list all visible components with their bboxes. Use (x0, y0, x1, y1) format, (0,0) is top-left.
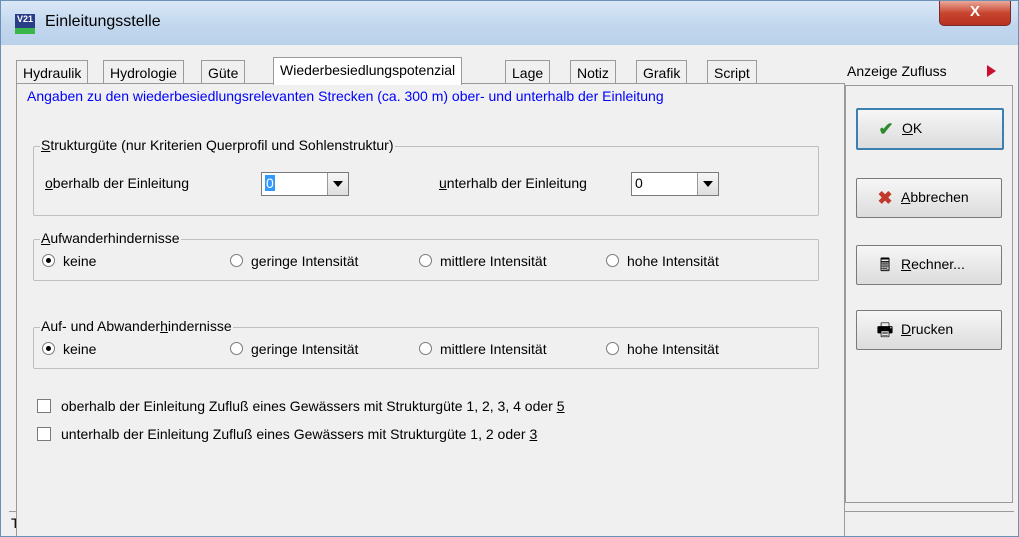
aufwander-radio-hoch[interactable]: hohe Intensität (606, 253, 719, 269)
radio-icon (606, 342, 619, 355)
window-title: Einleitungsstelle (45, 13, 161, 30)
rechner-button-label: Rechner... (901, 256, 965, 272)
radio-selected-icon (42, 254, 55, 267)
radio-icon (419, 254, 432, 267)
radio-icon (606, 254, 619, 267)
ok-button[interactable]: ✔ OK (856, 108, 1004, 150)
unterhalb-label: unterhalb der Einleitung (439, 175, 587, 191)
drucken-button-label: Drucken (901, 321, 954, 337)
aufwander-radio-keine[interactable]: keine (42, 253, 96, 269)
radio-icon (419, 342, 432, 355)
aufab-radio-gering[interactable]: geringe Intensität (230, 341, 358, 357)
tab-page-wiederbesiedlung: Angaben zu den wiederbesiedlungsrelevant… (16, 83, 845, 536)
unterhalb-select[interactable]: 0 (631, 172, 719, 196)
cross-icon: ✖ (877, 188, 893, 208)
tab-guete[interactable]: Güte (201, 60, 246, 85)
aufab-radio-hoch[interactable]: hohe Intensität (606, 341, 719, 357)
aufab-radio-mittel[interactable]: mittlere Intensität (419, 341, 547, 357)
close-button[interactable]: X (939, 1, 1011, 26)
checkbox-icon (37, 427, 51, 441)
aufab-radio-keine[interactable]: keine (42, 341, 96, 357)
tab-grafik[interactable]: Grafik (636, 60, 688, 85)
title-bar: V21 Einleitungsstelle X (1, 1, 1018, 45)
drucken-button[interactable]: 🖶 Drucken (856, 310, 1002, 350)
info-text: Angaben zu den wiederbesiedlungsrelevant… (27, 88, 664, 104)
anzeige-zufluss-toggle[interactable]: Anzeige Zufluss (847, 59, 1005, 83)
aufabwander-group: Auf- und Abwanderhindernisse keine gerin… (33, 318, 819, 369)
abbrechen-button-label: Abbrechen (901, 189, 969, 205)
tab-script[interactable]: Script (707, 60, 757, 85)
unterhalb-value: 0 (635, 175, 643, 191)
tab-notiz[interactable]: Notiz (570, 60, 616, 85)
tab-hydrologie[interactable]: Hydrologie (103, 60, 184, 85)
radio-icon (230, 342, 243, 355)
checkbox-oberhalb-zufluss[interactable]: oberhalb der Einleitung Zufluß eines Gew… (37, 398, 565, 414)
tab-wiederbesiedlungspotenzial[interactable]: Wiederbesiedlungspotenzial (273, 57, 463, 85)
radio-selected-icon (42, 342, 55, 355)
checkbox-unterhalb-zufluss[interactable]: unterhalb der Einleitung Zufluß eines Ge… (37, 426, 537, 442)
radio-icon (230, 254, 243, 267)
ok-button-label: OK (902, 120, 923, 136)
abbrechen-button[interactable]: ✖ Abbrechen (856, 178, 1002, 218)
chevron-down-icon[interactable] (327, 173, 348, 195)
aufwanderhindernisse-group: Aufwanderhindernisse keine geringe Inten… (33, 230, 819, 281)
tab-hydraulik[interactable]: Hydraulik (16, 60, 89, 85)
oberhalb-select[interactable]: 0 (261, 172, 349, 196)
aufwander-radio-gering[interactable]: geringe Intensität (230, 253, 358, 269)
app-icon: V21 (15, 14, 35, 34)
rechner-button[interactable]: 🖩 Rechner... (856, 245, 1002, 285)
printer-icon: 🖶 (876, 320, 894, 340)
anzeige-zufluss-label: Anzeige Zufluss (847, 63, 947, 79)
chevron-down-icon[interactable] (697, 173, 718, 195)
dialog-client: Hydraulik Hydrologie Güte Wiederbesiedlu… (9, 47, 1013, 536)
side-panel: ✔ OK ✖ Abbrechen 🖩 Rechner... 🖶 Drucken (845, 85, 1013, 503)
strukturguete-group: Strukturgüte (nur Kriterien Querprofil u… (33, 137, 819, 216)
aufwanderhindernisse-legend: Aufwanderhindernisse (40, 230, 181, 246)
strukturguete-legend: Strukturgüte (nur Kriterien Querprofil u… (40, 137, 395, 153)
triangle-right-icon (987, 65, 996, 77)
oberhalb-label: oberhalb der Einleitung (45, 175, 190, 191)
oberhalb-value: 0 (265, 175, 275, 191)
aufwander-radio-mittel[interactable]: mittlere Intensität (419, 253, 547, 269)
check-icon: ✔ (878, 119, 894, 139)
aufabwander-legend: Auf- und Abwanderhindernisse (40, 318, 233, 334)
dialog-window: V21 Einleitungsstelle X Hydraulik Hydrol… (0, 0, 1019, 537)
calculator-icon: 🖩 (879, 255, 891, 275)
tab-lage[interactable]: Lage (505, 60, 551, 85)
checkbox-icon (37, 399, 51, 413)
